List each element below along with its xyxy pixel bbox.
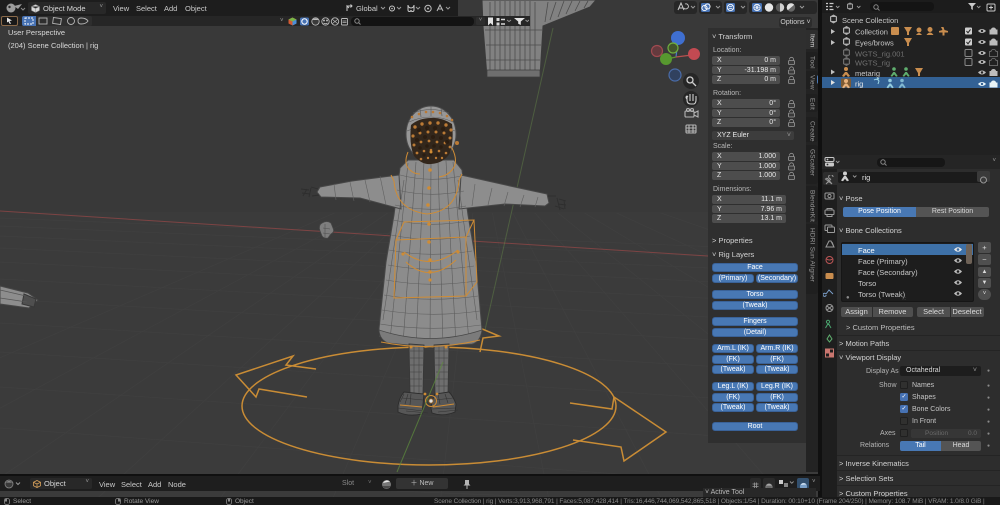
- svg-text:Scene Collection: Scene Collection: [842, 16, 898, 25]
- svg-text:metarig: metarig: [855, 69, 880, 78]
- svg-text:Collection: Collection: [855, 28, 888, 37]
- svg-text:WGTS_rig.001: WGTS_rig.001: [855, 50, 905, 59]
- svg-text:Eyes/brows: Eyes/brows: [855, 39, 894, 48]
- svg-text:WGTS_rig: WGTS_rig: [855, 59, 890, 68]
- svg-text:Global: Global: [356, 4, 378, 13]
- svg-text:rig: rig: [855, 80, 863, 89]
